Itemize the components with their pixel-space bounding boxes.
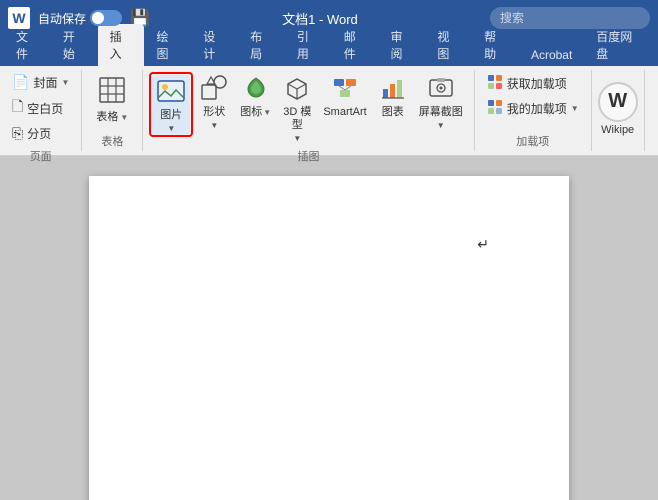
table-chevron: ▼ [120,113,128,122]
cover-chevron: ▼ [61,78,69,87]
tab-baidu[interactable]: 百度网盘 [584,24,654,66]
shapes-btn-top[interactable]: 形状 [195,72,233,120]
screenshot-dropdown-arrow[interactable]: ▼ [414,120,468,131]
chart-label: 图表 [382,106,404,119]
addins-group-label: 加载项 [481,131,585,149]
icons-chevron: ▼ [263,108,271,117]
get-addins-label: 获取加载项 [507,75,567,92]
wikipedia-group-label [598,147,638,149]
blank-page-button[interactable]: 🗋 空白页 [6,94,75,122]
wikipedia-label: Wikipe [601,124,634,136]
tab-layout[interactable]: 布局 [238,24,285,66]
icons-label: 图标 [240,106,262,119]
icons-button[interactable]: 图标 ▼ [235,72,276,122]
ribbon-content: 📄 封面 ▼ 🗋 空白页 ⎘ 分页 页面 [0,66,658,156]
smartart-label: SmartArt [323,106,366,119]
tab-acrobat[interactable]: Acrobat [519,44,584,66]
my-addins-label: 我的加载项 [507,100,567,117]
tab-references[interactable]: 引用 [285,24,332,66]
document-area: ↵ [0,156,658,500]
table-group: 表格 ▼ 表格 [82,70,143,151]
autosave-toggle[interactable] [90,10,122,26]
blank-icon: 🗋 [12,96,23,120]
my-addins-button[interactable]: 我的加载项 ▼ [481,97,585,120]
3d-models-button[interactable]: 3D 模型 ▼ [278,72,316,144]
document-page[interactable]: ↵ [89,176,569,500]
smartart-button[interactable]: SmartArt [318,72,371,122]
cover-icon: 📄 [12,74,29,91]
screenshot-icon [428,75,454,104]
tab-home[interactable]: 开始 [51,24,98,66]
page-break-button[interactable]: ⎘ 分页 [6,123,75,144]
chart-button[interactable]: 图表 [374,72,412,122]
blank-label: 空白页 [27,100,63,117]
tab-insert[interactable]: 插入 [98,24,145,66]
cursor-marker: ↵ [477,236,489,253]
table-group-items: 表格 ▼ [88,72,136,129]
illustrations-group: 图片 ▼ 形状 ▼ [143,70,474,151]
wikipedia-logo: W [598,82,638,122]
shapes-dropdown-arrow[interactable]: ▼ [195,120,233,131]
tab-file[interactable]: 文件 [4,24,51,66]
pages-group-label: 页面 [6,146,75,164]
shapes-icon [201,75,227,104]
tab-help[interactable]: 帮助 [472,24,519,66]
3d-btn-top[interactable]: 3D 模型 [278,72,316,133]
illustrations-group-items: 图片 ▼ 形状 ▼ [149,72,467,144]
my-addins-icon [487,99,503,118]
image-icon [157,78,185,107]
3d-label: 3D 模型 [283,106,311,132]
break-label: 分页 [27,125,51,142]
tab-review[interactable]: 审阅 [379,24,426,66]
image-button-wrapper: 图片 ▼ [149,72,193,137]
my-addins-chevron: ▼ [571,104,579,113]
image-label: 图片 [160,109,182,122]
pages-group-items: 📄 封面 ▼ 🗋 空白页 ⎘ 分页 [6,72,75,144]
tab-view[interactable]: 视图 [425,24,472,66]
screenshot-button[interactable]: 屏幕截图 ▼ [414,72,468,131]
table-button[interactable]: 表格 ▼ [88,72,136,128]
shapes-label: 形状 [203,106,225,119]
cover-page-button[interactable]: 📄 封面 ▼ [6,72,75,93]
tab-draw[interactable]: 绘图 [144,24,191,66]
addins-group: 获取加载项 我的加载项 ▼ 加载项 [475,70,592,151]
image-dropdown-arrow[interactable]: ▼ [152,123,190,134]
pages-group: 📄 封面 ▼ 🗋 空白页 ⎘ 分页 页面 [0,70,82,151]
table-group-label: 表格 [88,131,136,149]
chart-icon [380,75,406,104]
get-addins-icon [487,74,503,93]
image-btn-top[interactable]: 图片 [152,75,190,123]
addins-items: 获取加载项 我的加载项 ▼ [481,72,585,129]
icons-icon [243,75,269,104]
cover-label: 封面 [33,74,57,91]
tab-design[interactable]: 设计 [191,24,238,66]
illustrations-group-label: 插图 [149,146,467,164]
3d-icon [284,75,310,104]
tab-mailings[interactable]: 邮件 [332,24,379,66]
wikipedia-area[interactable]: W Wikipe [592,70,645,151]
table-icon [98,76,126,109]
3d-dropdown-arrow[interactable]: ▼ [278,133,316,144]
screenshot-btn-top[interactable]: 屏幕截图 [414,72,468,120]
table-label: 表格 [96,111,118,124]
get-addins-button[interactable]: 获取加载项 [481,72,585,95]
screenshot-label: 屏幕截图 [419,106,463,119]
smartart-icon [332,75,358,104]
break-icon: ⎘ [12,125,23,142]
shapes-button[interactable]: 形状 ▼ [195,72,233,131]
image-button[interactable]: 图片 ▼ [152,75,190,134]
ribbon-tabs: 文件 开始 插入 绘图 设计 布局 引用 邮件 审阅 视图 帮助 Acrobat… [0,36,658,66]
